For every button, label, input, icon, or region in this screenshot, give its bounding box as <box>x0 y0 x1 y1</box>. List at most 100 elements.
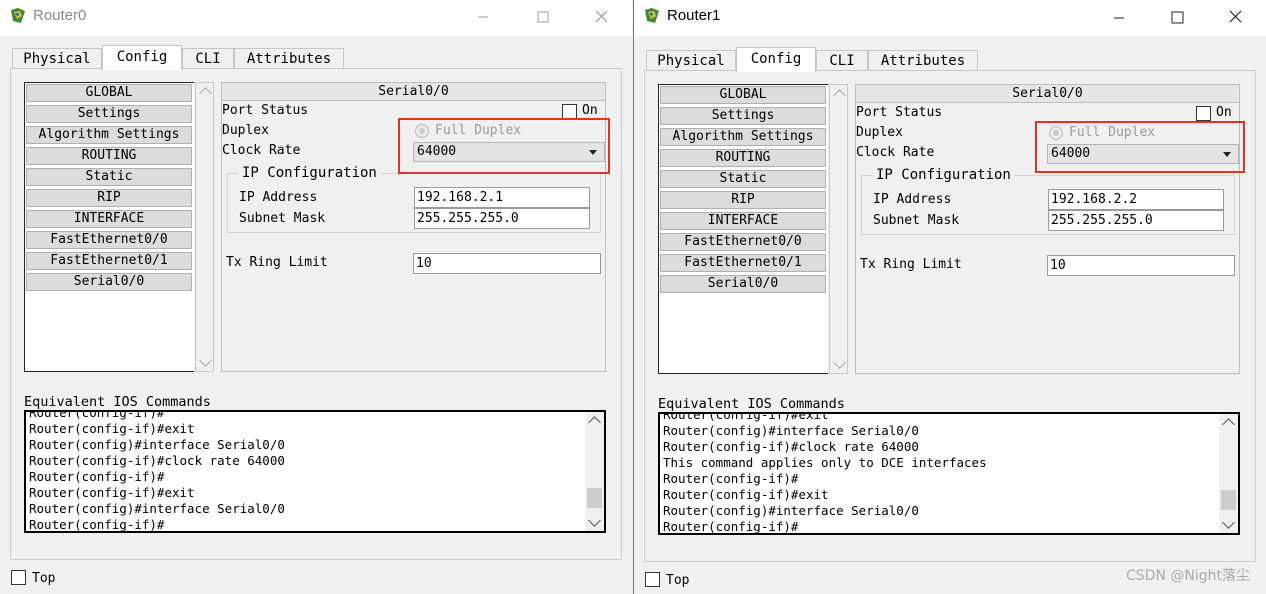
ios-line: Router(config-if)#exit <box>663 412 829 422</box>
tab-physical[interactable]: Physical <box>12 48 102 69</box>
duplex-label: Duplex <box>222 123 269 138</box>
tab-config[interactable]: Config <box>102 45 182 70</box>
top-label: Top <box>666 573 690 588</box>
console-scrollbar[interactable] <box>585 412 604 531</box>
subnet-mask-label: Subnet Mask <box>239 211 326 226</box>
clock-rate-label: Clock Rate <box>856 145 935 160</box>
ios-line: Router(config-if)# <box>29 517 165 532</box>
top-label: Top <box>32 571 56 586</box>
tab-attributes[interactable]: Attributes <box>234 48 344 69</box>
nav-item-global[interactable]: GLOBAL <box>26 84 192 102</box>
scroll-down-icon <box>1222 516 1235 529</box>
port-status-label: Port Status <box>856 105 943 120</box>
maximize-button[interactable] <box>530 6 556 28</box>
maximize-button[interactable] <box>1164 6 1190 28</box>
minimize-icon <box>1114 17 1124 19</box>
nav-item-serial0-0[interactable]: Serial0/0 <box>26 273 192 291</box>
tab-cli[interactable]: CLI <box>182 48 234 69</box>
nav-scrollbar[interactable] <box>829 84 848 374</box>
highlight-box <box>1035 121 1245 173</box>
nav-item-fastethernet0-1[interactable]: FastEthernet0/1 <box>26 252 192 270</box>
top-checkbox[interactable] <box>11 570 26 585</box>
tx-ring-limit-label: Tx Ring Limit <box>226 255 328 270</box>
top-checkbox[interactable] <box>645 572 660 587</box>
minimize-button[interactable] <box>470 6 496 28</box>
port-status-checkbox[interactable] <box>562 104 577 119</box>
maximize-icon <box>537 11 549 23</box>
ip-configuration-group: IP Configuration IP Address 192.168.2.2 … <box>861 167 1235 235</box>
nav-item-routing[interactable]: ROUTING <box>660 149 826 167</box>
duplex-label: Duplex <box>856 125 903 140</box>
close-button[interactable] <box>1222 6 1248 28</box>
scroll-thumb[interactable] <box>1221 490 1236 510</box>
ip-address-label: IP Address <box>239 190 318 205</box>
ip-address-input[interactable]: 192.168.2.1 <box>414 187 590 208</box>
port-on-label: On <box>1216 105 1232 120</box>
ios-line: This command applies only to DCE interfa… <box>663 455 987 470</box>
interface-header: Serial0/0 <box>856 85 1239 103</box>
ios-line: Router(config-if)#clock rate 64000 <box>29 453 285 468</box>
tab-attributes[interactable]: Attributes <box>868 50 978 71</box>
nav-item-settings[interactable]: Settings <box>26 105 192 123</box>
ios-commands-console[interactable]: Router(config-if)#exit Router(config)#in… <box>658 412 1240 535</box>
window-title: Router0 <box>33 7 87 24</box>
router0-window: Router0 Physical Config CLI Attributes G… <box>0 0 632 594</box>
port-status-checkbox[interactable] <box>1196 106 1211 121</box>
scroll-up-icon <box>833 89 846 102</box>
nav-item-interface[interactable]: INTERFACE <box>26 210 192 228</box>
router1-window: Router1 Physical Config CLI Attributes G… <box>633 0 1266 594</box>
minimize-button[interactable] <box>1106 6 1132 28</box>
nav-item-serial0-0[interactable]: Serial0/0 <box>660 275 826 293</box>
nav-item-global[interactable]: GLOBAL <box>660 86 826 104</box>
title-bar: Router0 <box>0 0 632 36</box>
scroll-thumb[interactable] <box>587 488 602 508</box>
subnet-mask-input[interactable]: 255.255.255.0 <box>1048 210 1224 231</box>
ip-address-label: IP Address <box>873 192 952 207</box>
nav-item-static[interactable]: Static <box>26 168 192 186</box>
console-scrollbar[interactable] <box>1219 414 1238 533</box>
close-icon <box>1229 10 1242 23</box>
nav-item-algorithm-settings[interactable]: Algorithm Settings <box>26 126 192 144</box>
ios-commands-label: Equivalent IOS Commands <box>658 396 845 412</box>
ios-line: Router(config-if)#exit <box>29 421 195 436</box>
nav-item-settings[interactable]: Settings <box>660 107 826 125</box>
tab-cli[interactable]: CLI <box>816 50 868 71</box>
close-icon <box>595 10 608 23</box>
scroll-up-icon <box>199 87 212 100</box>
tx-ring-limit-input[interactable]: 10 <box>413 253 601 274</box>
ios-line: Router(config)#interface Serial0/0 <box>663 503 919 518</box>
subnet-mask-label: Subnet Mask <box>873 213 960 228</box>
nav-item-fastethernet0-0[interactable]: FastEthernet0/0 <box>26 231 192 249</box>
nav-item-routing[interactable]: ROUTING <box>26 147 192 165</box>
ios-commands-lines: Router(config-if)#exit Router(config)#in… <box>663 412 987 534</box>
ip-configuration-legend: IP Configuration <box>872 167 1015 183</box>
interface-header: Serial0/0 <box>222 83 605 101</box>
packet-tracer-icon <box>11 8 25 23</box>
close-button[interactable] <box>588 6 614 28</box>
ios-commands-label: Equivalent IOS Commands <box>24 394 211 410</box>
tab-config[interactable]: Config <box>736 47 816 72</box>
nav-item-rip[interactable]: RIP <box>660 191 826 209</box>
subnet-mask-input[interactable]: 255.255.255.0 <box>414 208 590 229</box>
nav-item-algorithm-settings[interactable]: Algorithm Settings <box>660 128 826 146</box>
ios-line: Router(config-if)# <box>663 519 799 534</box>
nav-item-static[interactable]: Static <box>660 170 826 188</box>
ios-line: Router(config-if)# <box>29 469 165 484</box>
ip-configuration-legend: IP Configuration <box>238 165 381 181</box>
nav-scrollbar[interactable] <box>195 82 214 372</box>
ios-line: Router(config-if)# <box>29 410 165 420</box>
ios-commands-console[interactable]: Router(config-if)# Router(config-if)#exi… <box>24 410 606 533</box>
nav-item-fastethernet0-0[interactable]: FastEthernet0/0 <box>660 233 826 251</box>
config-nav-list: GLOBAL Settings Algorithm Settings ROUTI… <box>24 82 194 372</box>
tab-physical[interactable]: Physical <box>646 50 736 71</box>
config-nav-list: GLOBAL Settings Algorithm Settings ROUTI… <box>658 84 828 374</box>
highlight-box <box>398 118 610 174</box>
nav-item-interface[interactable]: INTERFACE <box>660 212 826 230</box>
nav-item-rip[interactable]: RIP <box>26 189 192 207</box>
ios-line: Router(config)#interface Serial0/0 <box>663 423 919 438</box>
ios-line: Router(config)#interface Serial0/0 <box>29 437 285 452</box>
nav-item-fastethernet0-1[interactable]: FastEthernet0/1 <box>660 254 826 272</box>
tx-ring-limit-label: Tx Ring Limit <box>860 257 962 272</box>
ip-address-input[interactable]: 192.168.2.2 <box>1048 189 1224 210</box>
tx-ring-limit-input[interactable]: 10 <box>1047 255 1235 276</box>
